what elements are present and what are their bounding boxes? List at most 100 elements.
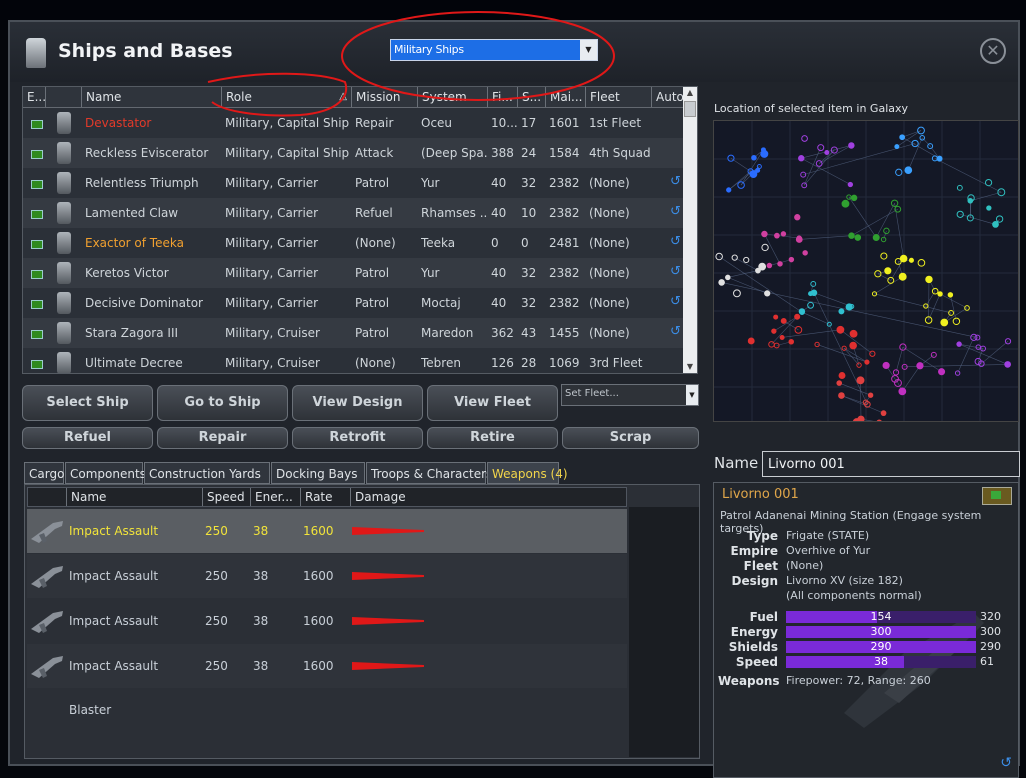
table-row[interactable]: Decisive DominatorMilitary, CarrierPatro… — [23, 288, 683, 318]
tab-construction-yards[interactable]: Construction Yards — [144, 462, 270, 484]
wcol-rate[interactable]: Rate — [300, 488, 350, 506]
empire-flag-icon — [31, 240, 43, 249]
col-auto[interactable]: Auto... — [651, 87, 683, 107]
ship-mai: 2382 — [549, 168, 585, 198]
go-to-ship-button[interactable]: Go to Ship — [157, 385, 288, 421]
ship-role: Military, Cruiser — [225, 318, 351, 348]
stat-max: 290 — [980, 640, 1001, 653]
ship-s: 10 — [521, 198, 545, 228]
weapon-name: Impact Assault Blaster — [69, 509, 201, 553]
col-icon[interactable] — [45, 87, 81, 107]
ship-filter-value: Military Ships — [394, 43, 464, 56]
col-role[interactable]: Role△ — [221, 87, 351, 107]
ship-role: Military, Carrier — [225, 288, 351, 318]
blaster-icon — [29, 607, 65, 635]
table-row[interactable]: Reckless EvisceratorMilitary, Capital Sh… — [23, 138, 683, 168]
ship-fleet: 1st Fleet — [589, 108, 651, 138]
ship-mai: 2382 — [549, 288, 585, 318]
col-empire[interactable]: E... — [23, 87, 45, 107]
ship-mission: (None) — [355, 228, 417, 258]
ship-role: Military, Cruiser — [225, 348, 351, 374]
tab-weapons[interactable]: Weapons (4) — [487, 462, 559, 484]
refresh-icon[interactable]: ↺ — [1000, 755, 1012, 771]
ships-and-bases-window: Ships and Bases Military Ships ▼ ✕ E... … — [8, 20, 1020, 766]
view-fleet-button[interactable]: View Fleet — [427, 385, 558, 421]
ships-scrollbar[interactable]: ▲ ▼ — [683, 87, 697, 373]
set-fleet-dropdown[interactable]: Set Fleet... ▼ — [561, 384, 699, 406]
tab-docking-bays[interactable]: Docking Bays — [271, 462, 365, 484]
col-fleet[interactable]: Fleet — [585, 87, 651, 107]
scroll-up-icon[interactable]: ▲ — [683, 87, 697, 99]
list-item[interactable]: Impact Assault Blaster250381600 — [27, 599, 627, 643]
ship-s: 24 — [521, 138, 545, 168]
ship-name: Decisive Dominator — [85, 288, 221, 318]
retire-button[interactable]: Retire — [427, 427, 558, 449]
tab-troops-characters[interactable]: Troops & Characters — [366, 462, 486, 484]
name-field[interactable] — [762, 451, 1020, 477]
ship-system: Oceu — [421, 108, 487, 138]
col-mai[interactable]: Mai... — [545, 87, 585, 107]
weapon-speed: 250 — [205, 644, 228, 688]
auto-refresh-icon[interactable]: ↺ — [670, 176, 682, 188]
empire-flag-icon — [31, 270, 43, 279]
table-row[interactable]: DevastatorMilitary, Capital ShipRepairOc… — [23, 108, 683, 138]
close-button[interactable]: ✕ — [980, 38, 1006, 64]
view-design-button[interactable]: View Design — [292, 385, 423, 421]
close-icon: ✕ — [986, 41, 999, 60]
auto-refresh-icon[interactable]: ↺ — [670, 326, 682, 338]
col-fi[interactable]: Fi... — [487, 87, 517, 107]
weapon-name: Impact Assault Blaster — [69, 599, 201, 643]
col-s[interactable]: S... — [517, 87, 545, 107]
ship-name: Stara Zagora III — [85, 318, 221, 348]
ship-detail-panel: Livorno 001 Patrol Adanenai Mining Stati… — [713, 482, 1019, 778]
table-row[interactable]: Stara Zagora IIIMilitary, CruiserPatrolM… — [23, 318, 683, 348]
select-ship-button[interactable]: Select Ship — [22, 385, 153, 421]
scroll-thumb[interactable] — [684, 101, 696, 117]
scroll-down-icon[interactable]: ▼ — [683, 361, 697, 373]
ship-name: Lamented Claw — [85, 198, 221, 228]
ship-icon — [57, 202, 71, 224]
table-row[interactable]: Lamented ClawMilitary, CarrierRefuelRham… — [23, 198, 683, 228]
wcol-damage[interactable]: Damage — [350, 488, 426, 506]
col-mission[interactable]: Mission — [351, 87, 417, 107]
auto-refresh-icon[interactable]: ↺ — [670, 296, 682, 308]
ship-name: Relentless Triumph — [85, 168, 221, 198]
weapon-rate: 1600 — [303, 554, 334, 598]
auto-refresh-icon[interactable]: ↺ — [670, 236, 682, 248]
col-name[interactable]: Name — [81, 87, 221, 107]
col-system[interactable]: System — [417, 87, 487, 107]
auto-refresh-icon[interactable]: ↺ — [670, 266, 682, 278]
table-row[interactable]: Relentless TriumphMilitary, CarrierPatro… — [23, 168, 683, 198]
chevron-down-icon[interactable]: ▼ — [580, 40, 597, 60]
wcol-energy[interactable]: Ener... — [250, 488, 300, 506]
auto-refresh-icon[interactable]: ↺ — [670, 206, 682, 218]
list-item[interactable]: Impact Assault Blaster250381600 — [27, 554, 627, 598]
ship-s: 17 — [521, 108, 545, 138]
list-item[interactable]: Impact Assault Blaster250381600 — [27, 644, 627, 688]
ship-system: Yur — [421, 168, 487, 198]
table-row[interactable]: Exactor of TeekaMilitary, Carrier(None)T… — [23, 228, 683, 258]
table-row[interactable]: Keretos VictorMilitary, CarrierPatrolYur… — [23, 258, 683, 288]
wcol-speed[interactable]: Speed — [202, 488, 250, 506]
ship-s: 43 — [521, 318, 545, 348]
table-row[interactable]: Ultimate DecreeMilitary, Cruiser(None)Te… — [23, 348, 683, 374]
tab-cargo[interactable]: Cargo — [24, 462, 64, 484]
ship-system: Teeka — [421, 228, 487, 258]
empire-flag-icon — [31, 360, 43, 369]
wcol-name[interactable]: Name — [66, 488, 202, 506]
repair-button[interactable]: Repair — [157, 427, 288, 449]
galaxy-map[interactable] — [713, 120, 1019, 422]
scrap-button[interactable]: Scrap — [562, 427, 699, 449]
wcol-icon[interactable] — [28, 488, 66, 506]
ship-filter-dropdown[interactable]: Military Ships ▼ — [390, 39, 598, 61]
retrofit-button[interactable]: Retrofit — [292, 427, 423, 449]
detail-title: Livorno 001 — [722, 487, 799, 502]
damage-bar — [352, 662, 424, 670]
chevron-down-icon[interactable]: ▼ — [686, 385, 698, 405]
tab-components[interactable]: Components — [65, 462, 143, 484]
refuel-button[interactable]: Refuel — [22, 427, 153, 449]
name-input[interactable] — [763, 452, 1019, 476]
ship-mai: 2481 — [549, 228, 585, 258]
list-item[interactable]: Impact Assault Blaster250381600 — [27, 509, 627, 553]
empire-flag-icon — [31, 330, 43, 339]
